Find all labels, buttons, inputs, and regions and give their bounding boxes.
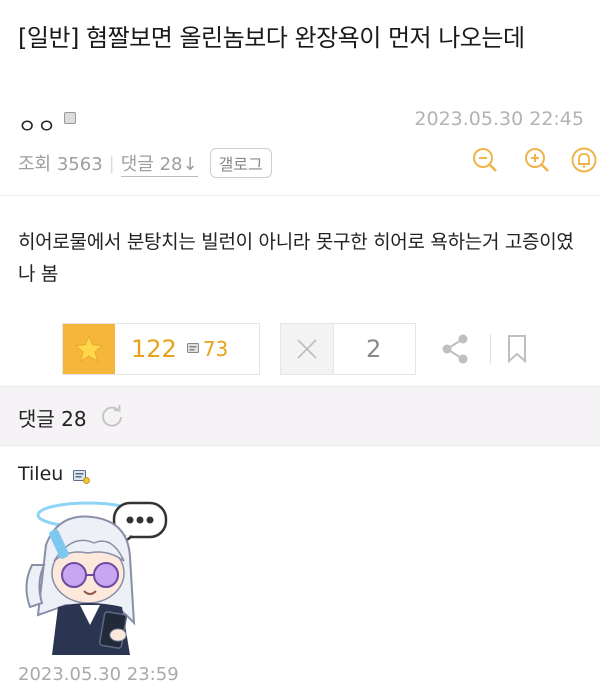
meta-divider: | xyxy=(108,152,115,174)
comment-avatar-image xyxy=(25,501,168,655)
downvote-count: 2 xyxy=(366,335,382,363)
zoom-out-icon[interactable] xyxy=(471,146,499,174)
author-name[interactable]: ㅇㅇ xyxy=(18,110,57,139)
refresh-icon[interactable] xyxy=(100,404,124,428)
view-count: 조회 3563 xyxy=(18,154,103,175)
gallog-button[interactable]: 갤로그 xyxy=(209,148,272,178)
header-divider xyxy=(0,195,600,196)
downvote-button[interactable]: 2 xyxy=(280,323,416,375)
post-datetime: 2023.05.30 22:45 xyxy=(414,108,584,130)
zoom-in-icon[interactable] xyxy=(523,146,551,174)
alarm-icon[interactable] xyxy=(570,146,598,174)
action-divider xyxy=(490,334,491,364)
fixed-upvote-count: 73 xyxy=(202,337,229,361)
x-cell xyxy=(281,324,334,374)
star-cell xyxy=(63,324,115,374)
comment-header-bar xyxy=(0,386,600,446)
upvote-count: 122 xyxy=(131,335,177,363)
comment-count-link[interactable]: 댓글 28↓ xyxy=(120,150,198,177)
bookmark-icon[interactable] xyxy=(506,334,528,364)
upvote-button[interactable]: 122 73 xyxy=(62,323,260,375)
post-title: [일반] 혐짤보면 올린놈보다 완장욕이 먼저 나오는데 xyxy=(18,24,525,52)
comment-header-title: 댓글 28 xyxy=(18,407,87,431)
post-meta: 조회 3563 | 댓글 28↓ 갤로그 xyxy=(18,148,272,178)
star-icon xyxy=(74,334,104,363)
share-icon[interactable] xyxy=(440,333,470,365)
fixed-upvote-group: 73 xyxy=(186,337,229,361)
user-badge-icon xyxy=(186,343,199,353)
post-body: 히어로물에서 분탕치는 빌런이 아니라 못구한 히어로 욕하는거 고증이였나 봄 xyxy=(18,231,574,285)
user-badge-icon xyxy=(73,470,90,484)
user-badge-icon xyxy=(64,112,76,124)
close-icon xyxy=(297,339,317,359)
comment-author[interactable]: Tileu xyxy=(18,463,63,485)
comment-datetime: 2023.05.30 23:59 xyxy=(18,664,179,685)
